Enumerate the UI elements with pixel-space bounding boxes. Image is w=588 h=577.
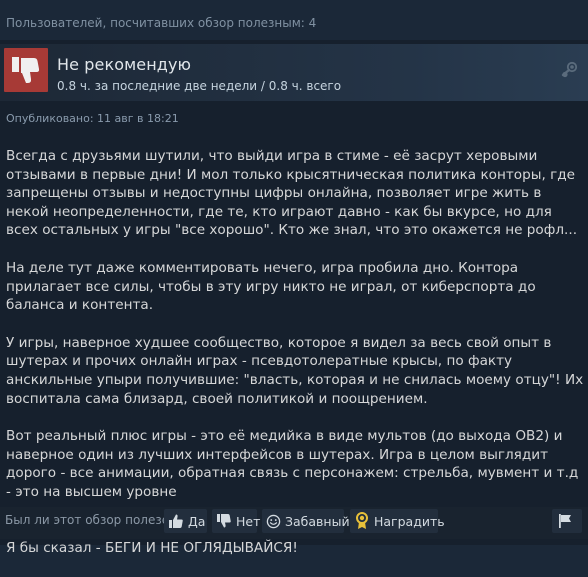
flag-icon [559, 514, 571, 528]
steam-icon[interactable] [560, 61, 578, 79]
report-button[interactable] [552, 509, 582, 533]
thumbs-down-icon [12, 57, 40, 83]
award-button[interactable]: Наградить [350, 509, 445, 533]
award-medal-icon [356, 512, 368, 529]
helpful-question: Был ли этот обзор полезен? [5, 513, 184, 527]
vote-yes-button[interactable]: Да [164, 509, 207, 533]
thumbs-down-icon [217, 514, 231, 528]
review-paragraph: Всегда с друзьями шутили, что выйди игра… [6, 148, 578, 239]
review-paragraph: У игры, наверное худшее сообщество, кото… [6, 334, 584, 407]
vote-funny-button[interactable]: Забавный [262, 509, 350, 533]
vote-no-label: Нет [236, 513, 261, 529]
verdict-icon-box [4, 48, 48, 92]
review-playtime: 0.8 ч. за последние две недели / 0.8 ч. … [57, 79, 342, 93]
thumbs-up-icon [169, 514, 183, 528]
smiley-icon [266, 514, 281, 528]
vote-funny-label: Забавный [285, 513, 350, 529]
review-paragraph: На деле тут даже комментировать нечего, … [6, 259, 536, 314]
review-verdict: Не рекомендую [57, 55, 192, 74]
posted-date: Опубликовано: 11 авг в 18:21 [6, 112, 179, 125]
helpful-count-text: Пользователей, посчитавших обзор полезны… [6, 16, 317, 30]
review-paragraph: Вот реальный плюс игры - это её медийка … [6, 428, 579, 500]
award-label: Наградить [374, 513, 445, 529]
vote-yes-label: Да [188, 513, 206, 529]
vote-no-button[interactable]: Нет [212, 509, 261, 533]
